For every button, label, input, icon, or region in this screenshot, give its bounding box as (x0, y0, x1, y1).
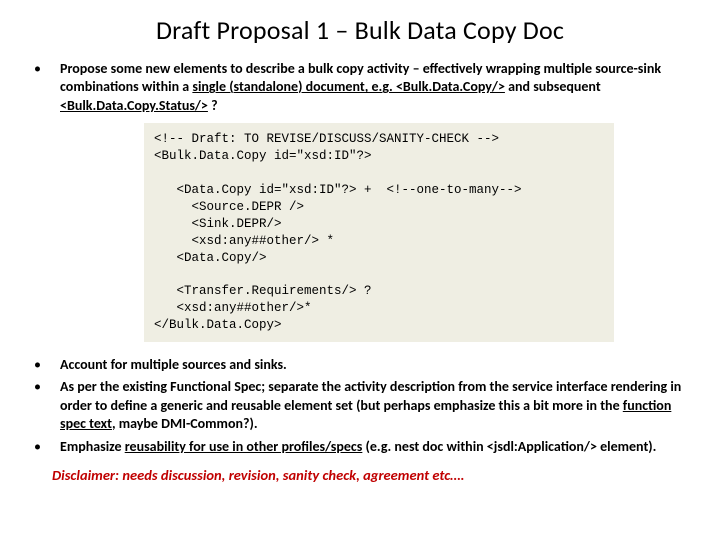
bullet4-u: reusability for use in other profiles/sp… (125, 438, 363, 455)
bullet4-post: (e.g. nest doc within <jsdl:Application/… (362, 438, 656, 455)
bullet-text-u2: <Bulk.Data.Copy.Status/> (60, 97, 208, 114)
bullet3-pre: As per the existing Functional Spec; sep… (60, 378, 681, 413)
slide-title: Draft Proposal 1 – Bulk Data Copy Doc (24, 14, 696, 46)
bullet-text-post: ? (208, 97, 218, 114)
bullet-list-bottom: Account for multiple sources and sinks. … (24, 356, 696, 456)
bullet3-post: , maybe DMI-Common?). (112, 415, 258, 432)
bullet-item-functional-spec: As per the existing Functional Spec; sep… (24, 378, 696, 433)
bullet-text-mid: and subsequent (505, 78, 601, 95)
disclaimer-text: Disclaimer: needs discussion, revision, … (24, 466, 696, 484)
bullet-list-top: Propose some new elements to describe a … (24, 60, 696, 115)
bullet4-pre: Emphasize (60, 438, 125, 455)
bullet-item-propose: Propose some new elements to describe a … (24, 60, 696, 115)
bullet-item-reusability: Emphasize reusability for use in other p… (24, 438, 696, 456)
code-block: <!-- Draft: TO REVISE/DISCUSS/SANITY-CHE… (144, 123, 614, 342)
bullet-text-u1: single (standalone) document, e.g. <Bulk… (192, 78, 505, 95)
bullet-item-account: Account for multiple sources and sinks. (24, 356, 696, 374)
